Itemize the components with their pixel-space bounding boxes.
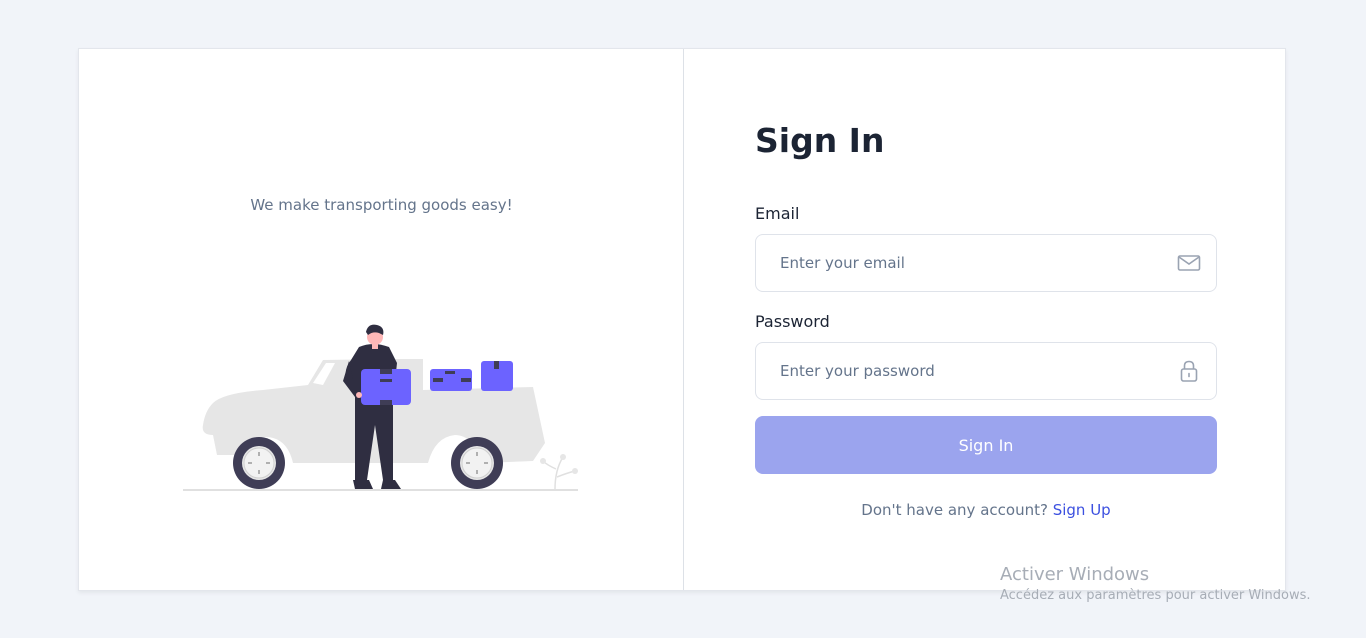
watermark-subtitle: Accédez aux paramètres pour activer Wind…: [1000, 588, 1311, 603]
signin-button[interactable]: Sign In: [755, 416, 1217, 474]
email-input[interactable]: [756, 235, 1166, 291]
password-input[interactable]: [756, 343, 1166, 399]
signin-panel: Sign In Email Password Sign In Don't hav…: [685, 49, 1285, 590]
password-label: Password: [755, 312, 830, 331]
email-field: [755, 234, 1217, 292]
password-field: [755, 342, 1217, 400]
signin-card: We make transporting goods easy! Sign In…: [78, 48, 1286, 591]
tagline: We make transporting goods easy!: [250, 196, 513, 214]
delivery-illustration: [183, 324, 578, 491]
watermark-title: Activer Windows: [1000, 564, 1150, 585]
lock-icon: [1180, 360, 1198, 382]
windows-activation-watermark: Activer Windows Accédez aux paramètres p…: [1000, 564, 1311, 603]
signup-row: Don't have any account? Sign Up: [755, 501, 1217, 519]
mail-icon: [1177, 255, 1201, 271]
signup-link[interactable]: Sign Up: [1053, 501, 1111, 519]
page-title: Sign In: [755, 121, 885, 160]
signup-prompt: Don't have any account?: [861, 501, 1048, 519]
email-label: Email: [755, 204, 800, 223]
illustration-panel: We make transporting goods easy!: [79, 49, 684, 590]
